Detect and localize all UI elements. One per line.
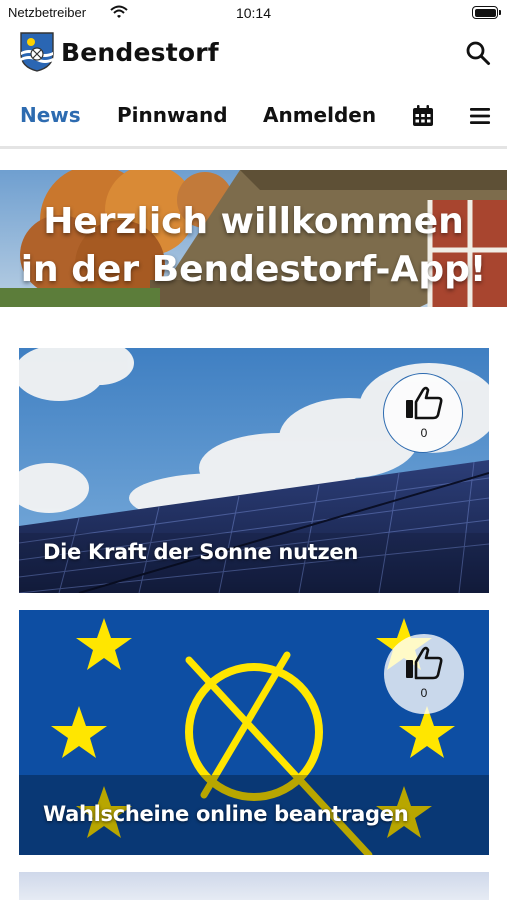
battery-icon [472,6,501,19]
status-bar: Netzbetreiber 10:14 [0,0,507,28]
nav-divider [0,146,507,149]
welcome-line-2: in der Bendestorf-App! [20,249,487,290]
news-card-wahlscheine[interactable]: 0 Wahlscheine online beantragen [19,610,489,855]
like-count: 0 [420,686,428,700]
app-title: Bendestorf [61,38,219,67]
news-card-partial[interactable] [19,872,489,900]
welcome-banner: Herzlich willkommen in der Bendestorf-Ap… [0,170,507,307]
menu-icon[interactable] [468,104,492,128]
tab-news[interactable]: News [20,103,81,127]
clock: 10:14 [235,5,272,21]
thumbs-up-icon [406,386,443,420]
article-title: Wahlscheine online beantragen [43,802,409,826]
thumbs-up-icon [406,646,443,680]
app-header: Bendestorf [0,28,507,80]
bendestorf-crest-logo[interactable] [20,32,54,72]
tab-pinnwand[interactable]: Pinnwand [117,103,228,127]
calendar-icon[interactable] [411,104,435,128]
welcome-heading: Herzlich willkommen in der Bendestorf-Ap… [0,198,507,294]
main-navigation: News Pinnwand Anmelden [0,96,507,146]
tab-anmelden[interactable]: Anmelden [263,103,376,127]
like-count: 0 [420,426,428,440]
like-button[interactable]: 0 [384,634,464,714]
news-card-solar[interactable]: 0 Die Kraft der Sonne nutzen [19,348,489,593]
like-button[interactable]: 0 [383,373,463,453]
welcome-line-1: Herzlich willkommen [43,201,464,242]
article-title: Die Kraft der Sonne nutzen [43,540,358,564]
search-icon[interactable] [465,40,491,66]
